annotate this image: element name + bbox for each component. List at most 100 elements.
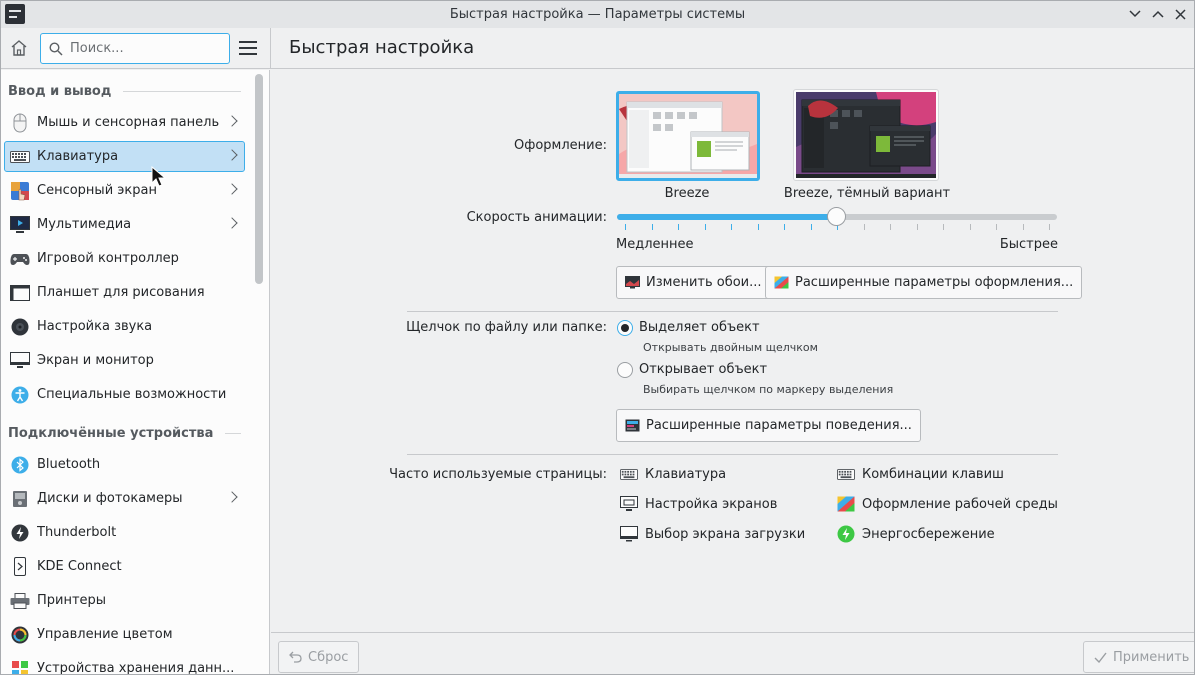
close-button[interactable] [1170, 4, 1190, 24]
frequent-page-power[interactable]: Энергосбережение [837, 525, 995, 543]
theme-breeze-dark[interactable] [793, 89, 939, 181]
slider-handle[interactable] [827, 207, 846, 226]
sidebar-item-gamepad[interactable]: Игровой контроллер [4, 243, 245, 274]
sidebar-item-multimedia[interactable]: Мультимедиа [4, 209, 245, 240]
change-wallpaper-button[interactable]: Изменить обои... [616, 266, 771, 299]
touchscreen-icon [10, 181, 30, 201]
power-icon [837, 525, 855, 543]
sidebar: Ввод и вывод Мышь и сенсорная панель Кла… [1, 70, 270, 674]
chevron-up-icon [1152, 10, 1164, 18]
section-divider [407, 311, 1058, 312]
section-divider [407, 454, 1058, 455]
sidebar-item-label: Принтеры [37, 593, 107, 608]
speaker-icon [10, 317, 30, 337]
slider-tick [969, 224, 971, 230]
mouse-cursor-icon [151, 166, 167, 187]
boot-splash-icon [620, 526, 638, 542]
search-input[interactable] [70, 41, 220, 56]
theme-breeze-light[interactable] [616, 91, 760, 181]
animation-slower-label: Медленнее [616, 237, 694, 252]
toolbar: Быстрая настройка [1, 28, 1194, 69]
header-divider [270, 28, 271, 69]
sidebar-item-keyboard[interactable]: Клавиатура [4, 141, 245, 172]
chevron-right-icon [226, 183, 238, 195]
advanced-appearance-button[interactable]: Расширенные параметры оформления... [765, 266, 1083, 299]
sidebar-item-color-management[interactable]: Управление цветом [4, 619, 245, 650]
slider-tick [704, 224, 706, 230]
search-box[interactable] [40, 33, 230, 64]
sidebar-item-printers[interactable]: Принтеры [4, 585, 245, 616]
sidebar-scrollbar[interactable] [255, 74, 263, 284]
slider-tick [810, 224, 812, 230]
multimedia-icon [10, 215, 30, 235]
radio-open-object-hint: Выбирать щелчком по маркеру выделения [643, 383, 894, 396]
slider-tick [943, 224, 944, 230]
disk-icon [10, 489, 30, 509]
slider-tick [890, 224, 891, 230]
sidebar-item-drawing-tablet[interactable]: Планшет для рисования [4, 277, 245, 308]
kdeconnect-icon [10, 557, 30, 577]
advanced-behavior-button[interactable]: Расширенные параметры поведения... [616, 409, 921, 442]
mouse-icon [10, 113, 30, 133]
minimize-button[interactable] [1125, 4, 1145, 24]
chevron-right-icon [226, 491, 238, 503]
sidebar-item-thunderbolt[interactable]: Thunderbolt [4, 517, 245, 548]
display-config-icon [620, 496, 638, 512]
frequent-page-keyboard[interactable]: Клавиатура [620, 466, 726, 482]
sidebar-item-display[interactable]: Экран и монитор [4, 345, 245, 376]
undo-icon [289, 651, 302, 663]
sidebar-item-bluetooth[interactable]: Bluetooth [4, 449, 245, 480]
reset-button[interactable]: Сброс [278, 641, 360, 673]
sidebar-item-storage[interactable]: Устройства хранения данн... [4, 653, 245, 674]
accessibility-icon [10, 385, 30, 405]
keyboard-icon [620, 466, 638, 482]
slider-tick [1049, 224, 1050, 230]
sidebar-item-sound[interactable]: Настройка звука [4, 311, 245, 342]
hamburger-menu-button[interactable] [239, 40, 257, 56]
frequent-page-shortcuts[interactable]: Комбинации клавиш [837, 466, 1004, 482]
home-button[interactable] [9, 38, 31, 60]
sidebar-item-disks[interactable]: Диски и фотокамеры [4, 483, 245, 514]
sidebar-item-accessibility[interactable]: Специальные возможности [4, 379, 245, 410]
behavior-icon [625, 419, 640, 432]
frequent-page-boot-splash[interactable]: Выбор экрана загрузки [620, 526, 805, 542]
appearance-icon [774, 276, 789, 289]
sidebar-item-label: Игровой контроллер [37, 251, 179, 266]
sidebar-item-label: Bluetooth [37, 457, 101, 472]
sidebar-item-label: Thunderbolt [37, 525, 117, 540]
frequent-page-appearance[interactable]: Оформление рабочей среды [837, 496, 1058, 512]
sidebar-item-label: Сенсорный экран [37, 183, 157, 198]
maximize-button[interactable] [1148, 4, 1168, 24]
settings-window: Быстрая настройка — Параметры системы Бы… [0, 0, 1195, 675]
sidebar-item-mouse[interactable]: Мышь и сенсорная панель [4, 107, 245, 138]
radio-open-object[interactable] [617, 362, 633, 378]
title-bar[interactable]: Быстрая настройка — Параметры системы [1, 1, 1194, 28]
animation-faster-label: Быстрее [999, 237, 1058, 252]
color-management-icon [10, 625, 30, 645]
sidebar-item-touchscreen[interactable]: Сенсорный экран [4, 175, 245, 206]
radio-select-object-hint: Открывать двойным щелчком [643, 341, 818, 354]
app-icon[interactable] [5, 4, 25, 24]
chevron-right-icon [226, 217, 238, 229]
frequent-page-display-config[interactable]: Настройка экранов [620, 496, 777, 512]
search-icon [49, 41, 63, 56]
section-header-connected-devices: Подключённые устройства [8, 424, 241, 442]
slider-fill [617, 214, 837, 220]
apply-button[interactable]: Применить [1083, 641, 1194, 673]
section-header-input-output: Ввод и вывод [8, 82, 241, 100]
sidebar-item-label: Мультимедиа [37, 217, 132, 232]
close-icon [1174, 8, 1186, 20]
slider-tick [863, 224, 865, 230]
main-content: Оформление: Breeze Breeze, тёмный вариан… [271, 70, 1194, 632]
window-title: Быстрая настройка — Параметры системы [449, 7, 746, 22]
sidebar-item-kde-connect[interactable]: KDE Connect [4, 551, 245, 582]
gamepad-icon [10, 249, 30, 269]
radio-select-object[interactable] [617, 320, 633, 336]
footer-bar: Сброс Применить [271, 632, 1194, 674]
radio-select-object-label[interactable]: Выделяет объект [639, 320, 760, 335]
radio-open-object-label[interactable]: Открывает объект [639, 362, 767, 377]
home-icon [11, 40, 27, 56]
sidebar-item-label: Клавиатура [37, 149, 119, 164]
appearance-icon [837, 496, 855, 512]
wallpaper-icon [625, 276, 640, 289]
